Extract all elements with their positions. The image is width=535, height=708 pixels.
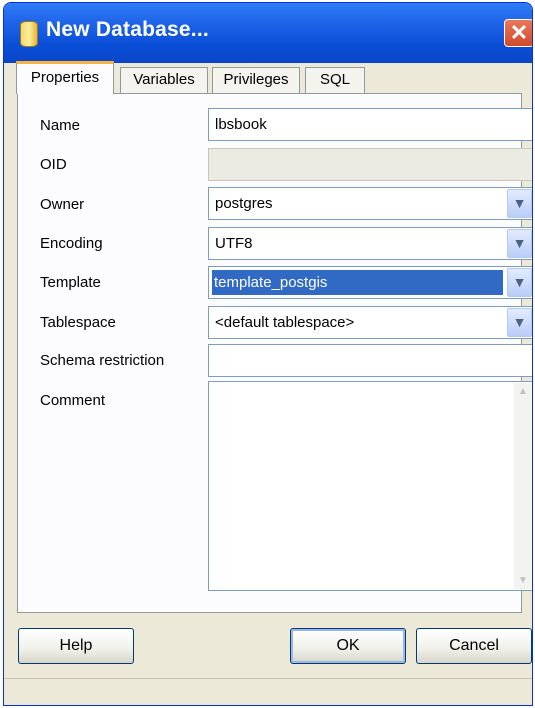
comment-scrollbar[interactable]: ▲ ▼ xyxy=(514,383,532,589)
tablespace-select[interactable]: <default tablespace> ▼ xyxy=(208,306,532,339)
comment-textarea[interactable]: ▲ ▼ xyxy=(208,381,532,591)
owner-label: Owner xyxy=(40,196,85,213)
template-select[interactable]: template_postgis ▼ xyxy=(208,266,532,299)
tab-variables[interactable]: Variables xyxy=(120,67,208,93)
comment-label: Comment xyxy=(40,392,106,409)
name-label: Name xyxy=(40,117,81,134)
oid-label: OID xyxy=(40,156,67,173)
tab-sql[interactable]: SQL xyxy=(305,67,365,93)
name-field[interactable]: lbsbook xyxy=(208,108,532,141)
oid-field xyxy=(208,148,532,181)
encoding-label: Encoding xyxy=(40,235,103,252)
tablespace-label: Tablespace xyxy=(40,314,116,331)
chevron-down-icon[interactable]: ▼ xyxy=(507,308,532,337)
template-value: template_postgis xyxy=(212,270,503,295)
new-database-dialog: New Database... ✕ Properties Variables P… xyxy=(3,2,533,706)
owner-select[interactable]: postgres ▼ xyxy=(208,187,532,220)
tab-properties[interactable]: Properties xyxy=(16,61,114,94)
database-icon xyxy=(20,21,38,47)
encoding-value: UTF8 xyxy=(215,235,253,252)
close-button[interactable]: ✕ xyxy=(504,19,532,47)
encoding-select[interactable]: UTF8 ▼ xyxy=(208,227,532,260)
template-label: Template xyxy=(40,274,101,291)
cancel-button[interactable]: Cancel xyxy=(416,628,532,664)
chevron-down-icon[interactable]: ▼ xyxy=(507,189,532,218)
tab-privileges[interactable]: Privileges xyxy=(212,67,300,93)
ok-button[interactable]: OK xyxy=(290,628,406,664)
scroll-up-icon[interactable]: ▲ xyxy=(514,383,532,400)
schema-restriction-field[interactable] xyxy=(208,344,532,377)
tablespace-value: <default tablespace> xyxy=(215,314,355,331)
status-bar xyxy=(4,678,532,705)
properties-panel: Name lbsbook OID Owner postgres ▼ Encodi… xyxy=(17,93,532,613)
help-button[interactable]: Help xyxy=(18,628,134,664)
owner-value: postgres xyxy=(215,195,273,212)
schema-restriction-label: Schema restriction xyxy=(40,352,165,369)
title-bar[interactable]: New Database... ✕ xyxy=(4,3,532,63)
scroll-down-icon[interactable]: ▼ xyxy=(514,572,532,589)
chevron-down-icon[interactable]: ▼ xyxy=(507,268,532,297)
window-title: New Database... xyxy=(46,18,209,41)
chevron-down-icon[interactable]: ▼ xyxy=(507,229,532,258)
